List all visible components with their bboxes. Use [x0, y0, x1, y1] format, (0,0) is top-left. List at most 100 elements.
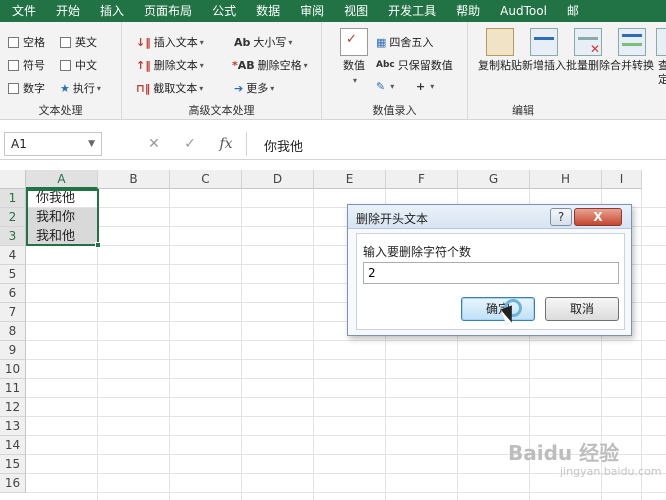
- execute-button[interactable]: ★ 执行 ▾: [60, 80, 101, 96]
- plus-icon: +: [416, 80, 426, 93]
- menu-developer[interactable]: 开发工具: [378, 0, 446, 22]
- formula-bar: A1 ▼ ✕ ✓ fx 你我他: [0, 128, 666, 160]
- row-header-10[interactable]: 10: [0, 360, 26, 379]
- column-header-i[interactable]: I: [602, 170, 642, 189]
- numeric-button[interactable]: ✓ 数值 ▾: [332, 28, 376, 98]
- new-insert-button[interactable]: 新增插入: [522, 28, 566, 98]
- row-header-13[interactable]: 13: [0, 417, 26, 436]
- remove-spaces-button[interactable]: *AB 删除空格 ▾: [232, 57, 308, 73]
- fill-handle[interactable]: [95, 242, 101, 248]
- option-chinese[interactable]: 中文: [60, 57, 97, 73]
- ok-button[interactable]: 确定: [461, 297, 535, 321]
- char-count-input[interactable]: [363, 262, 619, 284]
- menu-help[interactable]: 帮助: [446, 0, 490, 22]
- insert-text-button[interactable]: ↓‖ 插入文本 ▾: [136, 34, 204, 50]
- column-header-d[interactable]: D: [242, 170, 314, 189]
- column-header-e[interactable]: E: [314, 170, 386, 189]
- row-header-15[interactable]: 15: [0, 455, 26, 474]
- menu-mail[interactable]: 邮: [557, 0, 589, 22]
- row-header-4[interactable]: 4: [0, 246, 26, 265]
- gridline-h: [26, 378, 666, 379]
- round-icon: ▦: [376, 35, 387, 49]
- dialog-help-button[interactable]: ?: [550, 208, 572, 226]
- find-icon: [656, 28, 666, 56]
- formula-buttons: ✕ ✓ fx: [136, 132, 244, 156]
- select-all-corner[interactable]: [0, 170, 26, 189]
- menu-home[interactable]: 开始: [46, 0, 90, 22]
- formula-divider: [246, 132, 247, 156]
- column-header-a[interactable]: A: [26, 170, 98, 189]
- group-label-edit: 编辑: [512, 104, 534, 117]
- delete-text-button[interactable]: ↑‖ 删除文本 ▾: [136, 57, 204, 73]
- formula-content[interactable]: 你我他: [264, 136, 303, 155]
- case-button[interactable]: Ab 大小写 ▾: [234, 34, 292, 50]
- gridline-h: [26, 492, 666, 493]
- row-header-9[interactable]: 9: [0, 341, 26, 360]
- column-header-g[interactable]: G: [458, 170, 530, 189]
- round-button[interactable]: ▦ 四舍五入: [376, 34, 433, 50]
- keep-numbers-button[interactable]: Abc 只保留数值: [376, 57, 453, 73]
- column-header-b[interactable]: B: [98, 170, 170, 189]
- dialog-title-bar[interactable]: 删除开头文本 ? X: [348, 205, 631, 229]
- option-space[interactable]: 空格: [8, 34, 45, 50]
- extract-text-icon: ⊓‖: [136, 81, 151, 95]
- dialog-close-button[interactable]: X: [574, 208, 622, 226]
- edit-cell-button[interactable]: ✎ ▾: [376, 80, 394, 93]
- batch-delete-button[interactable]: ✕ 批量删除: [566, 28, 610, 98]
- column-header-h[interactable]: H: [530, 170, 602, 189]
- name-box[interactable]: A1 ▼: [4, 132, 102, 156]
- row-header-7[interactable]: 7: [0, 303, 26, 322]
- menu-insert[interactable]: 插入: [90, 0, 134, 22]
- add-button[interactable]: + ▾: [416, 80, 434, 93]
- chevron-down-icon[interactable]: ▼: [88, 139, 95, 149]
- extract-text-button[interactable]: ⊓‖ 截取文本 ▾: [136, 80, 203, 96]
- checkbox-number[interactable]: [8, 82, 19, 94]
- column-header-f[interactable]: F: [386, 170, 458, 189]
- row-header-1[interactable]: 1: [0, 189, 26, 208]
- row-header-11[interactable]: 11: [0, 379, 26, 398]
- chevron-down-icon: ▾: [390, 82, 395, 91]
- row-header-8[interactable]: 8: [0, 322, 26, 341]
- checkbox-english[interactable]: [60, 36, 71, 48]
- row-header-2[interactable]: 2: [0, 208, 26, 227]
- menu-review[interactable]: 审阅: [290, 0, 334, 22]
- insert-table-icon: [530, 28, 558, 56]
- checkbox-chinese[interactable]: [60, 59, 71, 71]
- merge-convert-button[interactable]: 合并转换: [610, 28, 654, 98]
- menu-view[interactable]: 视图: [334, 0, 378, 22]
- ribbon: 空格 英文 符号 中文 数字 ★ 执行 ▾ 文本处理 ↓‖ 插入文本 ▾ ↑‖ 删除文本 ▾…: [0, 22, 666, 120]
- menu-formulas[interactable]: 公式: [202, 0, 246, 22]
- checkbox-space[interactable]: [8, 36, 19, 48]
- arrow-right-icon: ➔: [234, 81, 244, 95]
- column-header-c[interactable]: C: [170, 170, 242, 189]
- copy-paste-button[interactable]: 复制粘贴: [478, 28, 522, 98]
- find-locate-button[interactable]: 查找定位: [654, 28, 666, 98]
- option-number[interactable]: 数字: [8, 80, 45, 96]
- row-header-6[interactable]: 6: [0, 284, 26, 303]
- more-button[interactable]: ➔ 更多 ▾: [234, 80, 274, 96]
- row-header-5[interactable]: 5: [0, 265, 26, 284]
- menu-data[interactable]: 数据: [246, 0, 290, 22]
- menu-audtool[interactable]: AudTool: [490, 0, 557, 22]
- gridline-h: [26, 397, 666, 398]
- row-header-3[interactable]: 3: [0, 227, 26, 246]
- menu-bar: 文件 开始 插入 页面布局 公式 数据 审阅 视图 开发工具 帮助 AudToo…: [0, 0, 666, 22]
- dialog-body: 输入要删除字符个数 确定 取消: [356, 233, 625, 330]
- group-advanced-text: ↓‖ 插入文本 ▾ ↑‖ 删除文本 ▾ ⊓‖ 截取文本 ▾ Ab 大小写 ▾ *AB 删除空格 ▾ …: [122, 22, 322, 120]
- insert-function-icon[interactable]: fx: [208, 136, 244, 152]
- row-header-16[interactable]: 16: [0, 474, 26, 493]
- cancel-button[interactable]: 取消: [545, 297, 619, 321]
- chevron-down-icon: ▾: [96, 83, 101, 93]
- gridline-h: [26, 359, 666, 360]
- row-header-14[interactable]: 14: [0, 436, 26, 455]
- cancel-icon[interactable]: ✕: [136, 136, 172, 152]
- row-header-12[interactable]: 12: [0, 398, 26, 417]
- confirm-icon[interactable]: ✓: [172, 136, 208, 152]
- option-symbol[interactable]: 符号: [8, 57, 45, 73]
- watermark-url: jingyan.baidu.com: [560, 465, 662, 478]
- menu-page-layout[interactable]: 页面布局: [134, 0, 202, 22]
- menu-file[interactable]: 文件: [0, 0, 46, 22]
- chevron-down-icon: ▾: [199, 83, 204, 93]
- checkbox-symbol[interactable]: [8, 59, 19, 71]
- option-english[interactable]: 英文: [60, 34, 97, 50]
